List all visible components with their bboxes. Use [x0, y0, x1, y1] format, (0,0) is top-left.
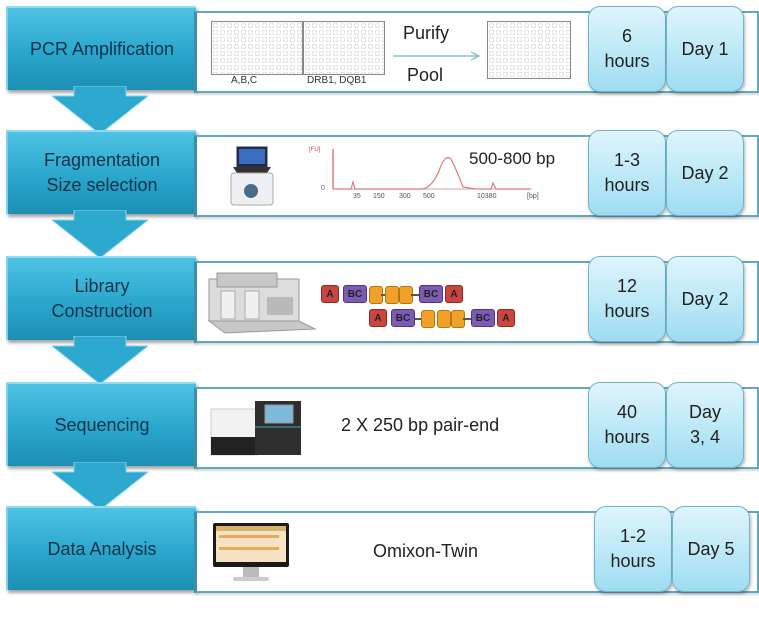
day-text: Day 1: [681, 38, 729, 59]
pool-label: Pool: [407, 65, 444, 85]
step-label-box: Library Construction: [6, 256, 196, 340]
pooled-plate-icon: [487, 21, 571, 79]
well-plate-icon: [211, 21, 303, 75]
adapter-chip: A: [497, 309, 515, 327]
day-pill: Day 1: [666, 6, 744, 92]
step-label-box: Data Analysis: [6, 506, 196, 590]
day-text: Day 2: [681, 288, 729, 309]
barcode-chip: BC: [471, 309, 495, 327]
trace-x-tick: 500: [423, 193, 435, 200]
size-range-label: 500-800 bp: [469, 149, 556, 168]
duration-text: 6 hours: [604, 26, 650, 71]
duration-pill: 1-2 hours: [594, 506, 672, 592]
step-label: Fragmentation Size selection: [43, 150, 161, 195]
trace-x-tick: 300: [399, 193, 411, 200]
sequencing-description: 2 X 250 bp pair-end: [341, 415, 500, 435]
day-pill: Day 5: [672, 506, 750, 592]
trace-y-zero: 0: [321, 185, 325, 192]
insert-block: [421, 310, 435, 328]
trace-x-tick: 10380: [477, 193, 497, 200]
duration-pill: 12 hours: [588, 256, 666, 342]
trace-x-tick: 150: [373, 193, 385, 200]
adapter-chip: A: [445, 285, 463, 303]
adapter-chip: A: [369, 309, 387, 327]
duration-text: 12 hours: [604, 276, 650, 321]
purify-label: Purify: [403, 23, 450, 43]
down-arrow-icon: [52, 336, 148, 384]
duration-pill: 40 hours: [588, 382, 666, 468]
step-label: PCR Amplification: [29, 38, 175, 59]
day-pill: Day 3, 4: [666, 382, 744, 468]
step-pcr-amplification: PCR Amplification A,B,C DRB1, DQB1 Purif…: [0, 6, 759, 134]
step-label-box: Fragmentation Size selection: [6, 130, 196, 214]
day-pill: Day 2: [666, 256, 744, 342]
down-arrow-icon: [52, 210, 148, 258]
duration-text: 40 hours: [604, 402, 650, 447]
computer-monitor-icon: [213, 523, 289, 581]
day-pill: Day 2: [666, 130, 744, 216]
analysis-software-name: Omixon-Twin: [373, 541, 479, 561]
step-library-construction: Library Construction A BC BC A A BC BC A…: [0, 256, 759, 384]
liquid-handler-robot-icon: [207, 272, 317, 334]
duration-pill: 6 hours: [588, 6, 666, 92]
step-label: Library Construction: [51, 276, 153, 321]
trace-y-label: [FU]: [309, 147, 321, 153]
down-arrow-icon: [52, 462, 148, 510]
plate-label: A,B,C: [231, 75, 258, 86]
day-text: Day 3, 4: [688, 402, 721, 447]
insert-block: [385, 286, 399, 304]
down-arrow-icon: [52, 86, 148, 134]
day-text: Day 2: [681, 162, 729, 183]
barcode-chip: BC: [343, 285, 367, 303]
step-data-analysis: Data Analysis Omixon-Twin 1-2 hours Day …: [0, 506, 759, 626]
link-line: [411, 294, 419, 296]
trace-x-unit: [bp]: [527, 193, 539, 200]
step-label-box: PCR Amplification: [6, 6, 196, 90]
right-arrow-icon: [393, 51, 481, 61]
duration-pill: 1-3 hours: [588, 130, 666, 216]
barcode-chip: BC: [391, 309, 415, 327]
step-label: Sequencing: [54, 414, 150, 435]
link-line: [463, 318, 471, 320]
step-label-box: Sequencing: [6, 382, 196, 466]
step-label: Data Analysis: [47, 538, 157, 559]
step-fragmentation: Fragmentation Size selection [FU] 0 35 1…: [0, 130, 759, 258]
trace-x-tick: 35: [353, 193, 361, 200]
duration-text: 1-3 hours: [604, 150, 650, 195]
plate-label: DRB1, DQB1: [307, 75, 367, 86]
step-sequencing: Sequencing 2 X 250 bp pair-end 40 hours …: [0, 382, 759, 510]
sequencer-icon: [210, 401, 301, 456]
insert-block: [437, 310, 451, 328]
fragmentation-instrument-icon: [230, 146, 274, 206]
day-text: Day 5: [687, 538, 735, 559]
adapter-chip: A: [321, 285, 339, 303]
duration-text: 1-2 hours: [610, 526, 656, 571]
barcode-chip: BC: [419, 285, 443, 303]
well-plate-icon: [303, 21, 385, 75]
